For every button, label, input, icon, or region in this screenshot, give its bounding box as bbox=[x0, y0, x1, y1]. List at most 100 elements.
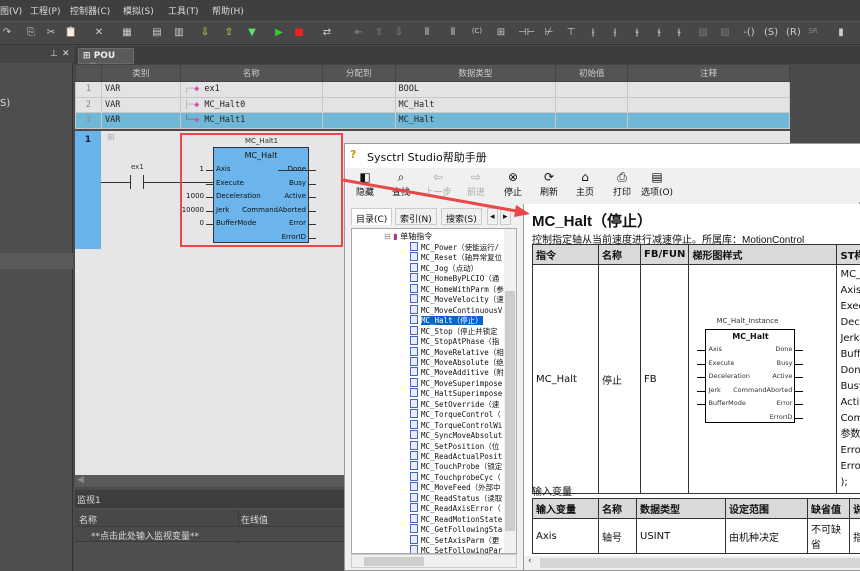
cell-init[interactable] bbox=[555, 112, 629, 129]
copy-icon[interactable]: ⎘ bbox=[24, 27, 38, 38]
stop-button[interactable]: ⊗ 停止 bbox=[495, 170, 531, 198]
cell-type[interactable]: BOOL bbox=[394, 81, 557, 98]
cell-init[interactable] bbox=[555, 96, 629, 113]
scroll-left-icon[interactable]: ◀ bbox=[77, 475, 84, 485]
contact-nc-icon[interactable]: ⊬ bbox=[542, 27, 556, 38]
paste-icon[interactable]: 📋 bbox=[64, 27, 78, 38]
scroll-left-icon[interactable]: ‹ bbox=[528, 556, 532, 566]
branch2-icon[interactable]: ⫴ bbox=[446, 27, 460, 38]
tree-item[interactable]: MC_HomeByPLCIO（通 bbox=[410, 273, 499, 283]
find-button[interactable]: ⌕ 查找 bbox=[383, 170, 419, 198]
cell-type[interactable]: MC_Halt bbox=[394, 96, 557, 113]
tree-item[interactable]: MC_MoveAdditive（附 bbox=[410, 367, 504, 377]
build-icon[interactable]: ▦ bbox=[120, 27, 134, 38]
contact-parallel-icon[interactable]: ⊤ bbox=[564, 27, 578, 38]
coil-icon[interactable]: -() bbox=[742, 27, 756, 38]
cell-assign[interactable] bbox=[321, 112, 396, 129]
cell-kind[interactable]: VAR bbox=[100, 112, 181, 129]
cell-assign[interactable] bbox=[321, 96, 396, 113]
content-horizontal-scrollbar[interactable]: ‹ bbox=[524, 556, 860, 570]
cell-init[interactable] bbox=[555, 81, 629, 98]
monitor-col-name[interactable]: 名称 bbox=[79, 513, 97, 526]
contact-par-p-icon[interactable]: ⫳ bbox=[630, 27, 644, 38]
tree-item[interactable]: MC_StopAtPhase（指 bbox=[410, 336, 499, 346]
rung-number[interactable]: 1 bbox=[75, 131, 101, 249]
tree-item[interactable]: MC_SetFollowingPar bbox=[410, 545, 502, 553]
tree-item[interactable]: MC_ReadMotionState bbox=[410, 514, 502, 524]
contact-ex1[interactable] bbox=[130, 175, 144, 189]
monitor-add-row[interactable]: **点击此处输入监视变量** bbox=[75, 527, 345, 542]
tree-item[interactable]: MC_SetPosition（位 bbox=[410, 441, 499, 451]
delete-icon[interactable]: ✕ bbox=[92, 27, 106, 38]
menu-tools[interactable]: 工具(T) bbox=[168, 4, 199, 17]
table-row[interactable]: 2 VAR ├─◆ MC_Halt0 MC_Halt bbox=[75, 96, 790, 113]
block-p-icon[interactable]: ▨ bbox=[718, 27, 732, 38]
back-button[interactable]: ⇦ 上一步 bbox=[420, 170, 456, 198]
forward-button[interactable]: ⇨ 前进 bbox=[458, 170, 494, 198]
col-kind[interactable]: 类别 bbox=[100, 64, 181, 82]
connect-icon[interactable]: ⇄ bbox=[320, 27, 334, 38]
help-title-bar[interactable]: ? Sysctrl Studio帮助手册 bbox=[345, 144, 860, 168]
left-panel-selected-row[interactable] bbox=[0, 253, 73, 269]
tree-item[interactable]: MC_MoveRelative（相 bbox=[410, 347, 504, 357]
contact-p-icon[interactable]: ⫲ bbox=[586, 27, 600, 38]
set-coil-icon[interactable]: (S) bbox=[764, 27, 778, 38]
tree-item[interactable]: MC_ReadActualPosit bbox=[410, 451, 502, 461]
col-comment[interactable]: 注释 bbox=[627, 64, 790, 82]
cut-icon[interactable]: ✂ bbox=[44, 27, 58, 38]
tree-item[interactable]: MC_Reset（轴异常复位 bbox=[410, 252, 502, 262]
cell-name[interactable]: ├─◆ MC_Halt0 bbox=[179, 96, 323, 113]
pin-icon[interactable]: ⊥ bbox=[50, 49, 58, 59]
tree-item[interactable]: MC_MoveContinuousV bbox=[410, 305, 502, 315]
cell-comment[interactable] bbox=[627, 112, 790, 129]
hide-button[interactable]: ◧ 隐藏 bbox=[347, 170, 383, 198]
move-up-icon[interactable]: ⇧ bbox=[372, 27, 386, 38]
tree-horizontal-scrollbar[interactable] bbox=[351, 554, 517, 568]
cell-name[interactable]: ┌─◆ ex1 bbox=[179, 81, 323, 98]
contact-par-n-icon[interactable]: ⫳ bbox=[652, 27, 666, 38]
menu-controller[interactable]: 控制器(C) bbox=[70, 4, 110, 17]
tree-item[interactable]: MC_MoveVelocity（速 bbox=[410, 294, 504, 304]
scroll-thumb[interactable] bbox=[505, 291, 515, 531]
contents-tree[interactable]: ⊟ ▮ 单轴指令 MC_Power（使能运行/MC_Reset（轴异常复位 MC_… bbox=[351, 228, 517, 554]
monitor-icon[interactable]: ▼ bbox=[245, 27, 259, 38]
home-button[interactable]: ⌂ 主页 bbox=[567, 170, 603, 198]
nav-tab-contents[interactable]: 目录(C) bbox=[351, 208, 393, 225]
contact-no-icon[interactable]: ⊣⊢ bbox=[518, 27, 535, 38]
contact-par-x-icon[interactable]: ⫳ bbox=[672, 27, 686, 38]
compile-icon[interactable]: ▤ bbox=[150, 27, 164, 38]
tree-folder[interactable]: ⊟ ▮ 单轴指令 bbox=[384, 231, 432, 242]
insert-icon[interactable]: ⇤ bbox=[352, 27, 366, 38]
contact-n-icon[interactable]: ⫲ bbox=[608, 27, 622, 38]
branch-icon[interactable]: ⫴ bbox=[420, 27, 434, 38]
tree-item[interactable]: MC_MoveSuperimpose bbox=[410, 378, 502, 388]
cell-kind[interactable]: VAR bbox=[100, 96, 181, 113]
function-block-icon[interactable]: ▮ bbox=[834, 27, 848, 38]
monitor-col-value[interactable]: 在线值 bbox=[241, 513, 268, 526]
cell-assign[interactable] bbox=[321, 81, 396, 98]
table-row[interactable]: 1 VAR ┌─◆ ex1 BOOL bbox=[75, 81, 790, 98]
tree-vertical-scrollbar[interactable] bbox=[504, 229, 516, 553]
redo-icon[interactable]: ↷ bbox=[0, 27, 14, 38]
tab-pou[interactable]: ⊞ POU ✕ bbox=[78, 48, 134, 71]
move-down-icon[interactable]: ⇩ bbox=[392, 27, 406, 38]
nav-tab-next[interactable]: ▸ bbox=[500, 208, 511, 225]
col-assign[interactable]: 分配到 bbox=[321, 64, 396, 82]
col-name[interactable]: 名称 bbox=[179, 64, 323, 82]
tree-item[interactable]: MC_TouchProbe（锁定 bbox=[410, 461, 502, 471]
tree-item[interactable]: MC_MoveFeed（外部中 bbox=[410, 482, 501, 492]
fb-icon[interactable]: ⊞ bbox=[494, 27, 508, 38]
tree-item[interactable]: MC_ReadAxisError（ bbox=[410, 503, 501, 513]
print-button[interactable]: ⎙ 打印 bbox=[604, 170, 640, 198]
tree-item-selected[interactable]: MC_Halt（停止） bbox=[410, 315, 483, 326]
tree-item[interactable]: MC_SetAxisParm（更 bbox=[410, 535, 499, 545]
tree-item[interactable]: MC_TouchprobeCyc（ bbox=[410, 472, 501, 482]
col-type[interactable]: 数据类型 bbox=[394, 64, 557, 82]
tree-item[interactable]: MC_MoveAbsolute（绝 bbox=[410, 357, 504, 367]
cell-name[interactable]: └─◆ MC_Halt1 bbox=[179, 112, 323, 129]
cell-kind[interactable]: VAR bbox=[100, 81, 181, 98]
nav-tab-prev[interactable]: ◂ bbox=[487, 208, 498, 225]
download-icon[interactable]: ⇩ bbox=[198, 27, 212, 38]
nav-tab-index[interactable]: 索引(N) bbox=[395, 208, 437, 225]
sr-icon[interactable]: SR bbox=[806, 27, 820, 35]
